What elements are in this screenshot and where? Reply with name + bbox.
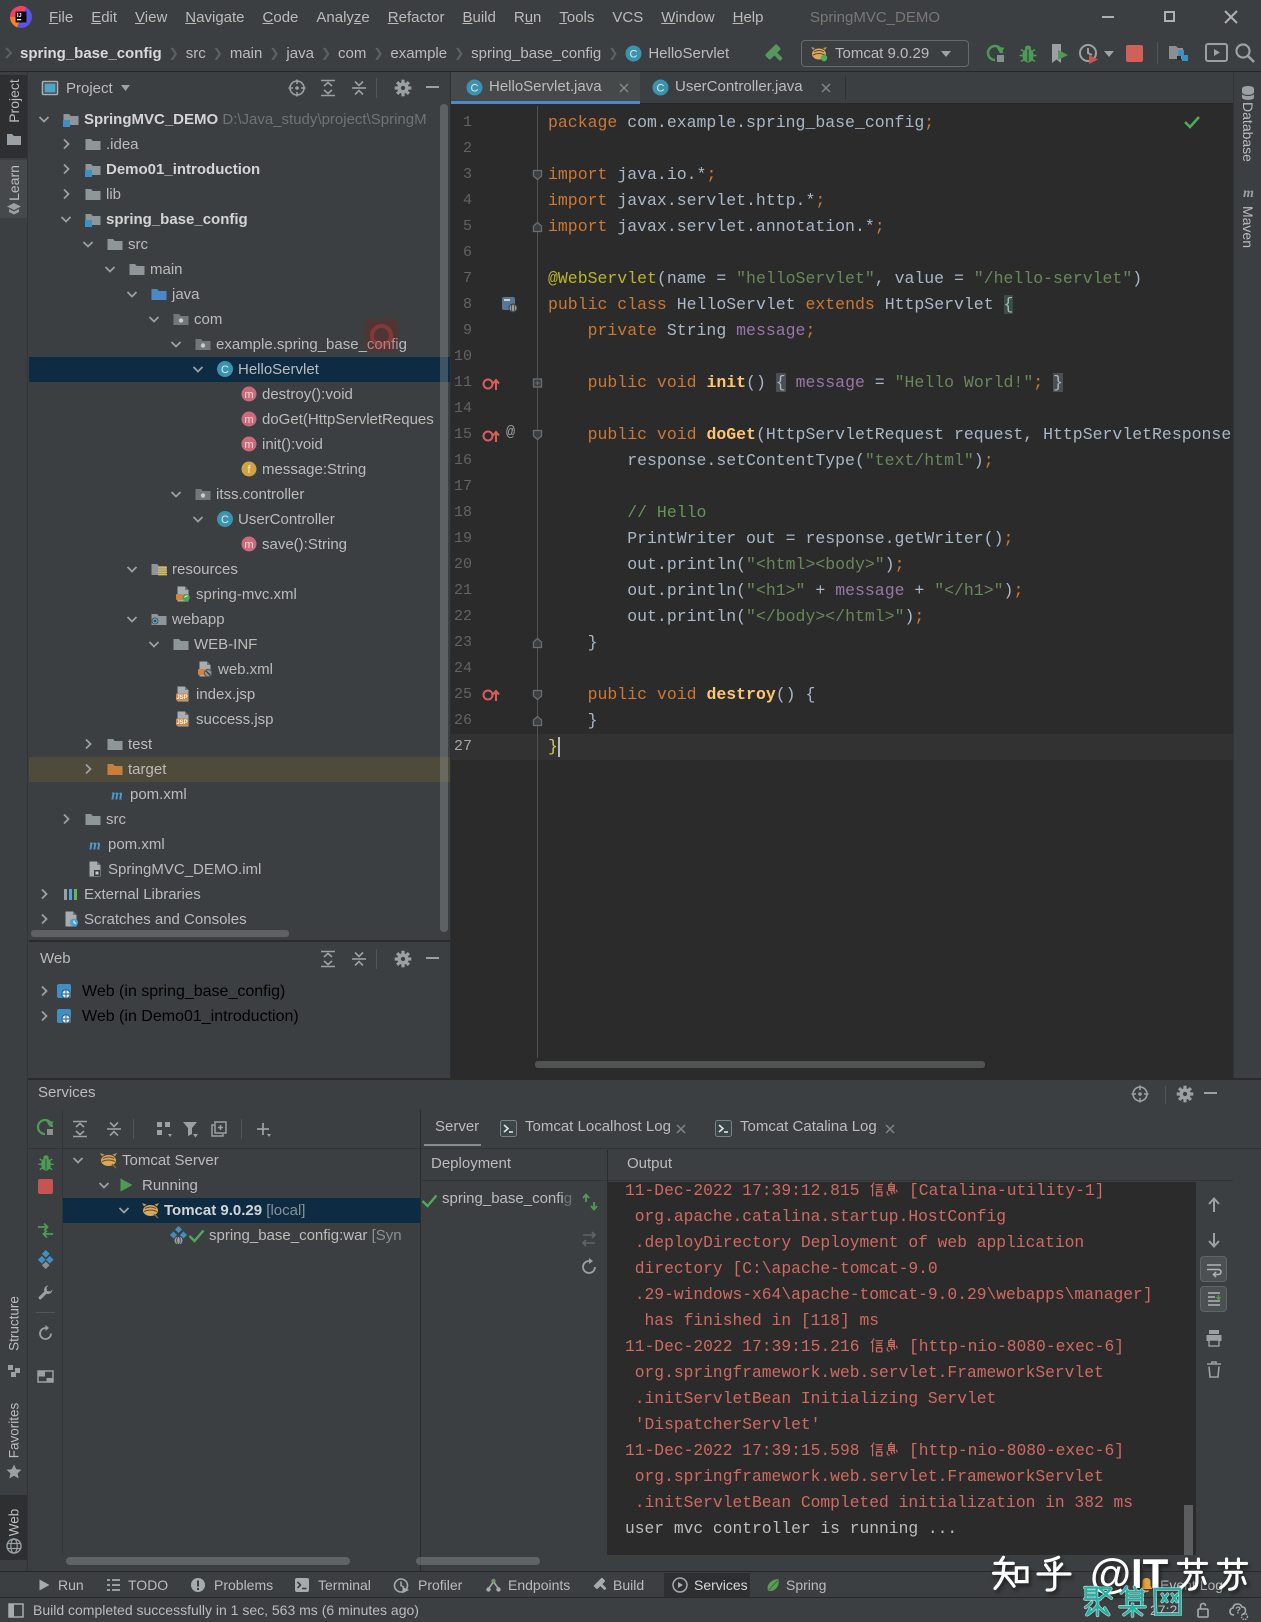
svg-text:m: m	[244, 414, 253, 426]
svg-text:C: C	[221, 364, 229, 376]
svg-text:?: ?	[1235, 1606, 1241, 1617]
svg-text:IJ: IJ	[17, 13, 22, 19]
svg-text:C: C	[657, 83, 665, 95]
svg-text:C: C	[471, 83, 479, 95]
svg-text:m: m	[244, 539, 253, 551]
svg-text:m: m	[244, 439, 253, 451]
svg-text:m: m	[111, 788, 123, 804]
svg-text:m: m	[1243, 186, 1254, 199]
svg-text:C: C	[221, 514, 229, 526]
svg-text:JSP: JSP	[176, 695, 187, 701]
svg-text:m: m	[89, 838, 101, 854]
svg-text:JSP: JSP	[176, 720, 187, 726]
svg-text:m: m	[244, 389, 253, 401]
svg-text:C: C	[630, 48, 638, 60]
